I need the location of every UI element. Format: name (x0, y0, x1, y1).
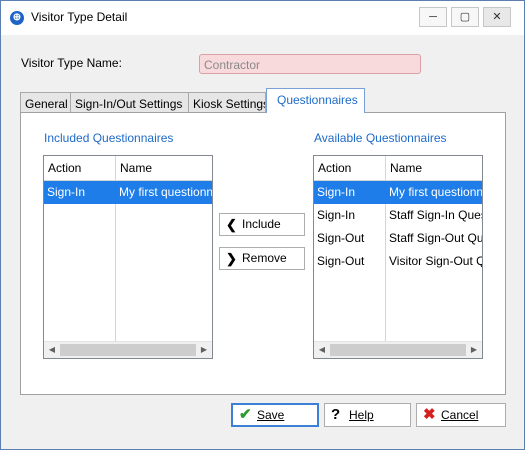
cell-action: Sign-In (317, 185, 356, 199)
available-questionnaires-label: Available Questionnaires (314, 131, 447, 145)
included-questionnaires-list[interactable]: Action Name Sign-In My first questionnai… (43, 155, 213, 359)
list-header: Action Name (314, 156, 482, 181)
remove-button[interactable]: ❯ Remove (219, 247, 305, 270)
table-row[interactable]: Sign-In Staff Sign-In Questionnaire (314, 204, 482, 227)
visitor-type-name-label: Visitor Type Name: (21, 56, 122, 70)
horizontal-scrollbar[interactable]: ◀ ▶ (314, 341, 482, 358)
horizontal-scrollbar[interactable]: ◀ ▶ (44, 341, 212, 358)
table-row[interactable]: Sign-In My first questionnaire (44, 181, 212, 204)
save-button-label: Save (257, 408, 285, 422)
chevron-left-icon: ❮ (226, 217, 237, 232)
question-mark-icon: ? (331, 406, 341, 423)
tab-general[interactable]: General (20, 92, 71, 113)
cell-name: My first questionnaire (389, 185, 482, 199)
save-button[interactable]: ✔ Save (231, 403, 319, 427)
cell-action: Sign-Out (317, 231, 365, 245)
tab-sign-in-out-settings[interactable]: Sign-In/Out Settings (70, 92, 189, 113)
column-divider (115, 180, 116, 342)
scroll-thumb[interactable] (60, 344, 196, 356)
maximize-button[interactable]: ▢ (451, 7, 479, 27)
include-button[interactable]: ❮ Include (219, 213, 305, 236)
checkmark-icon: ✔ (239, 406, 252, 423)
scroll-left-icon[interactable]: ◀ (44, 342, 60, 358)
x-icon: ✖ (423, 406, 436, 423)
included-questionnaires-label: Included Questionnaires (44, 131, 174, 145)
title-bar[interactable]: ⊕ Visitor Type Detail ─ ▢ ✕ (1, 1, 524, 35)
scroll-thumb[interactable] (330, 344, 466, 356)
visitor-type-name-field[interactable]: Contractor (199, 54, 421, 74)
cell-action: Sign-In (317, 208, 356, 222)
table-row[interactable]: Sign-Out Visitor Sign-Out Questionnaire (314, 250, 482, 273)
tab-questionnaires[interactable]: Questionnaires (266, 88, 365, 113)
chevron-right-icon: ❯ (226, 251, 237, 266)
cell-name: Staff Sign-In Questionnaire (389, 208, 482, 222)
visitor-type-detail-window: ⊕ Visitor Type Detail ─ ▢ ✕ Visitor Type… (0, 0, 525, 450)
table-row[interactable]: Sign-In My first questionnaire (314, 181, 482, 204)
close-button[interactable]: ✕ (483, 7, 511, 27)
tab-kiosk-settings[interactable]: Kiosk Settings (188, 92, 266, 113)
app-icon: ⊕ (10, 11, 24, 25)
cancel-button[interactable]: ✖ Cancel (416, 403, 506, 427)
column-header-action[interactable]: Action (44, 156, 116, 180)
list-header: Action Name (44, 156, 212, 181)
scroll-left-icon[interactable]: ◀ (314, 342, 330, 358)
cell-action: Sign-In (47, 185, 86, 199)
cell-name: My first questionnaire (119, 185, 212, 199)
cell-action: Sign-Out (317, 254, 365, 268)
include-button-label: Include (242, 217, 281, 231)
cell-name: Visitor Sign-Out Questionnaire (389, 254, 482, 268)
cancel-button-label: Cancel (441, 408, 479, 422)
table-row[interactable]: Sign-Out Staff Sign-Out Questionnaire (314, 227, 482, 250)
scroll-right-icon[interactable]: ▶ (196, 342, 212, 358)
window-title: Visitor Type Detail (31, 10, 128, 24)
column-header-name[interactable]: Name (386, 156, 482, 180)
help-button-label: Help (349, 408, 374, 422)
scroll-right-icon[interactable]: ▶ (466, 342, 482, 358)
column-header-name[interactable]: Name (116, 156, 212, 180)
available-questionnaires-list[interactable]: Action Name Sign-In My first questionnai… (313, 155, 483, 359)
help-button[interactable]: ? Help (324, 403, 411, 427)
minimize-button[interactable]: ─ (419, 7, 447, 27)
column-header-action[interactable]: Action (314, 156, 386, 180)
remove-button-label: Remove (242, 251, 287, 265)
cell-name: Staff Sign-Out Questionnaire (389, 231, 482, 245)
